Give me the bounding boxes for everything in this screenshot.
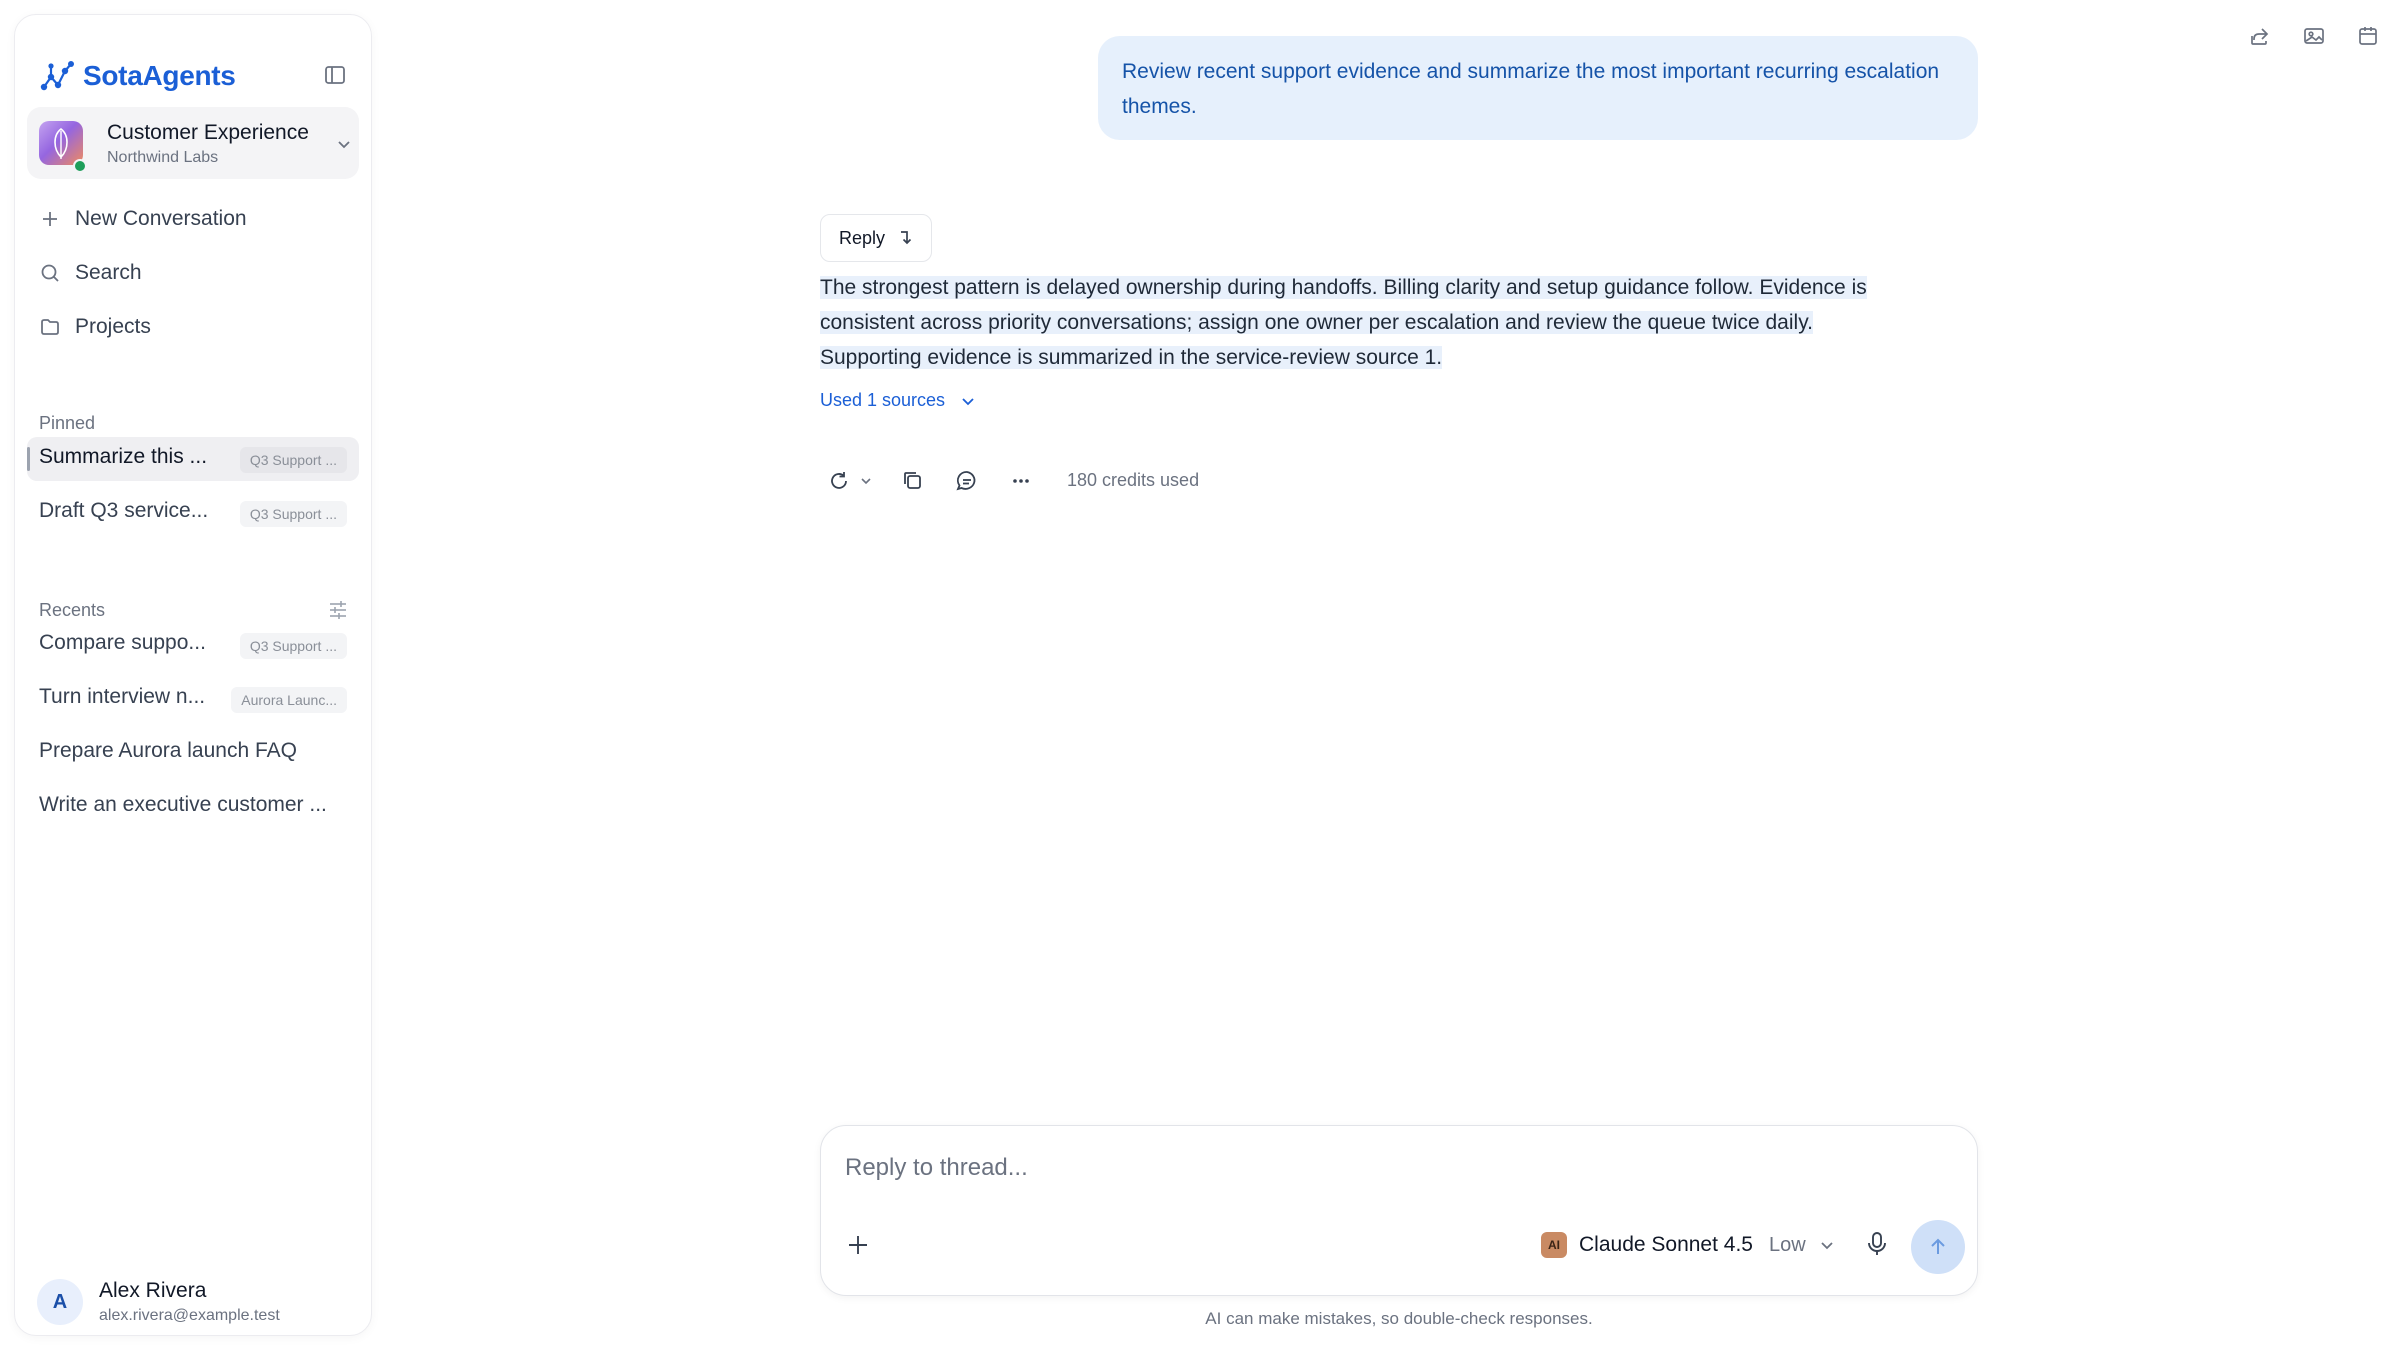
sidebar: SotaAgents Customer Experience Northwind… — [14, 14, 372, 1336]
share-icon[interactable] — [2248, 24, 2272, 48]
credits-used: 180 credits used — [1067, 470, 1200, 490]
recents-section-label: Recents — [39, 600, 106, 620]
message-actions — [826, 466, 1034, 496]
model-name: Claude Sonnet 4.5 — [1579, 1233, 1753, 1256]
avatar: A — [37, 1279, 83, 1325]
thread-title: Compare suppo... — [39, 631, 206, 654]
brand[interactable]: SotaAgents — [39, 59, 236, 93]
answer-line: The strongest pattern is delayed ownersh… — [820, 276, 1867, 299]
answer-line: Supporting evidence is summarized in the… — [820, 346, 1443, 369]
reply-input[interactable] — [845, 1146, 1945, 1190]
filter-sliders-icon[interactable] — [327, 599, 349, 621]
new-conversation-button[interactable]: New Conversation — [39, 201, 247, 237]
folder-icon — [41, 319, 59, 335]
send-button[interactable] — [1911, 1220, 1965, 1274]
pinned-thread[interactable]: Draft Q3 service... Q3 Support ... — [27, 491, 359, 535]
composer: AI Claude Sonnet 4.5 Low — [820, 1125, 1978, 1296]
sidebar-toggle-icon[interactable] — [323, 63, 347, 87]
recent-thread[interactable]: Prepare Aurora launch FAQ — [27, 731, 359, 775]
projects-button[interactable]: Projects — [39, 309, 151, 345]
project-tag: Q3 Support ... — [239, 633, 347, 659]
workspace-name: Customer Experience — [107, 121, 309, 144]
project-tag: Aurora Launc... — [231, 687, 347, 713]
chevron-down-icon — [1821, 1242, 1833, 1250]
search-icon — [41, 264, 59, 282]
reply-arrow-icon — [901, 231, 912, 245]
chevron-down-icon[interactable] — [858, 473, 874, 489]
thread-title: Write an executive customer ... — [39, 793, 327, 816]
workspace-feather-icon — [54, 127, 68, 159]
calendar-icon[interactable] — [2356, 24, 2380, 48]
new-conversation-label: New Conversation — [75, 207, 247, 230]
regenerate-icon[interactable] — [826, 468, 852, 494]
recent-thread[interactable]: Compare suppo... Q3 Support ... — [27, 623, 359, 667]
chevron-down-icon — [962, 397, 974, 405]
thread-title: Turn interview n... — [39, 685, 206, 708]
thread-title: Prepare Aurora launch FAQ — [39, 739, 297, 762]
brand-name: SotaAgents — [83, 60, 236, 91]
user-message-bubble: Review recent support evidence and summa… — [1098, 36, 1978, 140]
recent-thread[interactable]: Write an executive customer ... — [27, 785, 359, 829]
project-tag: Q3 Support ... — [239, 501, 347, 527]
sources-label: Used 1 sources — [820, 390, 946, 410]
user-name: Alex Rivera — [99, 1279, 207, 1302]
pinned-section-label: Pinned — [39, 413, 96, 433]
comment-icon[interactable] — [954, 468, 980, 494]
model-logo-icon: AI — [1541, 1232, 1567, 1258]
thread-title: Summarize this ... — [39, 445, 208, 468]
reply-button[interactable]: Reply — [820, 214, 933, 262]
plus-icon — [43, 212, 57, 226]
more-options-icon[interactable] — [1008, 468, 1034, 494]
image-icon[interactable] — [2302, 24, 2326, 48]
workspace-avatar — [39, 121, 83, 165]
search-label: Search — [75, 261, 142, 284]
brand-logo-icon — [40, 61, 74, 91]
disclaimer: AI can make mistakes, so double-check re… — [1205, 1309, 1593, 1328]
plus-icon[interactable] — [845, 1232, 871, 1258]
user-profile[interactable]: A Alex Rivera alex.rivera@example.test — [37, 1279, 280, 1325]
thread-title: Draft Q3 service... — [39, 499, 209, 522]
recent-thread[interactable]: Turn interview n... Aurora Launc... — [27, 677, 359, 721]
user-email: alex.rivera@example.test — [99, 1307, 280, 1324]
assistant-answer: The strongest pattern is delayed ownersh… — [820, 270, 1960, 375]
model-effort-level: Low — [1768, 1233, 1806, 1256]
reply-label: Reply — [839, 227, 886, 248]
search-button[interactable]: Search — [39, 255, 142, 291]
projects-label: Projects — [75, 315, 151, 338]
workspace-status-dot — [73, 159, 87, 173]
arrow-up-icon — [1931, 1238, 1945, 1254]
workspace-org: Northwind Labs — [107, 149, 219, 166]
microphone-icon[interactable] — [1863, 1230, 1891, 1258]
model-selector[interactable]: AI Claude Sonnet 4.5 Low — [1541, 1229, 1836, 1261]
workspace-switcher[interactable]: Customer Experience Northwind Labs — [27, 107, 359, 179]
chevron-down-icon — [338, 141, 350, 149]
pinned-thread[interactable]: Summarize this ... Q3 Support ... — [27, 437, 359, 481]
project-tag: Q3 Support ... — [239, 447, 347, 473]
answer-line: consistent across priority conversations… — [820, 311, 1813, 334]
copy-icon[interactable] — [900, 468, 926, 494]
sources-toggle[interactable]: Used 1 sources — [820, 390, 977, 411]
